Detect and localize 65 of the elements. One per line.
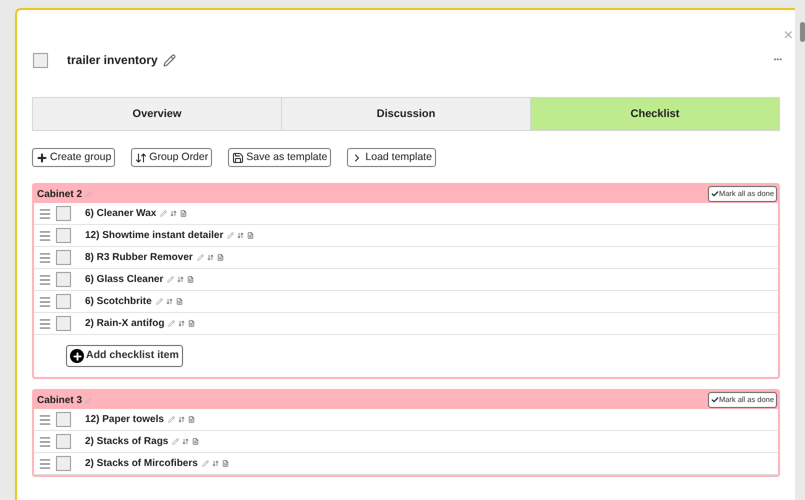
toolbar-button[interactable]: Save as template bbox=[228, 148, 332, 167]
checkbox[interactable] bbox=[56, 316, 71, 331]
tab[interactable]: Overview bbox=[33, 98, 281, 130]
item-label: 12) Paper towels bbox=[85, 413, 164, 427]
item-label: 2) Rain-X antifog bbox=[85, 317, 164, 331]
item-label: 12) Showtime instant detailer bbox=[85, 229, 224, 243]
add-checklist-item-button[interactable]: Add checklist item bbox=[66, 345, 183, 367]
tab[interactable]: Checklist bbox=[530, 98, 779, 130]
group-title: Cabinet 2 bbox=[37, 188, 82, 202]
save-icon bbox=[232, 152, 244, 164]
sort-icon[interactable] bbox=[182, 438, 190, 445]
check-icon bbox=[710, 396, 719, 404]
sort-icon bbox=[135, 152, 148, 164]
item-label: 2) Stacks of Rags bbox=[85, 435, 168, 449]
drag-handle-icon[interactable] bbox=[38, 294, 52, 308]
item-label: 8) R3 Rubber Remover bbox=[85, 251, 193, 265]
more-button[interactable]: ••• bbox=[774, 54, 782, 66]
scrollbar-thumb[interactable] bbox=[800, 22, 805, 42]
checkbox[interactable] bbox=[56, 206, 71, 221]
drag-handle-icon[interactable] bbox=[38, 456, 52, 470]
drag-handle-icon[interactable] bbox=[38, 228, 52, 242]
drag-handle-icon[interactable] bbox=[38, 412, 52, 426]
checkbox[interactable] bbox=[56, 434, 71, 449]
drag-handle-icon[interactable] bbox=[38, 434, 52, 448]
toolbar-button[interactable]: Group Order bbox=[131, 148, 212, 167]
checkbox[interactable] bbox=[33, 52, 48, 68]
checkbox[interactable] bbox=[56, 412, 71, 427]
item-label: 6) Glass Cleaner bbox=[85, 273, 164, 287]
drag-handle-icon[interactable] bbox=[38, 250, 52, 264]
checkbox[interactable] bbox=[56, 228, 71, 243]
sort-icon[interactable] bbox=[178, 320, 186, 327]
item-label: 6) Cleaner Wax bbox=[85, 207, 156, 221]
item-label: 6) Scotchbrite bbox=[85, 295, 152, 309]
checkbox[interactable] bbox=[56, 250, 71, 265]
checkbox[interactable] bbox=[56, 294, 71, 309]
sort-icon[interactable] bbox=[206, 254, 214, 261]
checkbox[interactable] bbox=[56, 272, 71, 287]
checkbox[interactable] bbox=[56, 456, 71, 471]
pencil-icon[interactable] bbox=[162, 54, 176, 66]
drag-handle-icon[interactable] bbox=[38, 272, 52, 286]
sort-icon[interactable] bbox=[178, 416, 185, 423]
document-icon[interactable] bbox=[187, 276, 194, 283]
item-label: 2) Stacks of Mircofibers bbox=[85, 457, 198, 471]
drag-handle-icon[interactable] bbox=[38, 316, 52, 330]
document-icon[interactable] bbox=[188, 416, 195, 423]
sort-icon[interactable] bbox=[177, 276, 184, 283]
sort-icon[interactable] bbox=[166, 298, 173, 305]
document-icon[interactable] bbox=[192, 438, 200, 445]
document-icon[interactable] bbox=[188, 320, 196, 327]
document-icon[interactable] bbox=[216, 254, 224, 261]
drag-handle-icon[interactable] bbox=[38, 206, 52, 220]
document-icon[interactable] bbox=[247, 232, 254, 239]
plus-icon bbox=[36, 152, 48, 164]
toolbar-button[interactable]: Create group bbox=[32, 148, 116, 167]
check-icon bbox=[710, 190, 719, 198]
toolbar-button[interactable]: Load template bbox=[347, 148, 436, 167]
document-icon[interactable] bbox=[222, 460, 229, 467]
card-title: trailer inventory bbox=[67, 52, 158, 69]
document-icon[interactable] bbox=[180, 210, 188, 217]
group-title: Cabinet 3 bbox=[37, 394, 82, 408]
document-icon[interactable] bbox=[176, 298, 183, 305]
sort-icon[interactable] bbox=[237, 232, 244, 239]
tab[interactable]: Discussion bbox=[281, 98, 530, 130]
sort-icon[interactable] bbox=[212, 460, 219, 467]
sort-icon[interactable] bbox=[170, 210, 178, 217]
